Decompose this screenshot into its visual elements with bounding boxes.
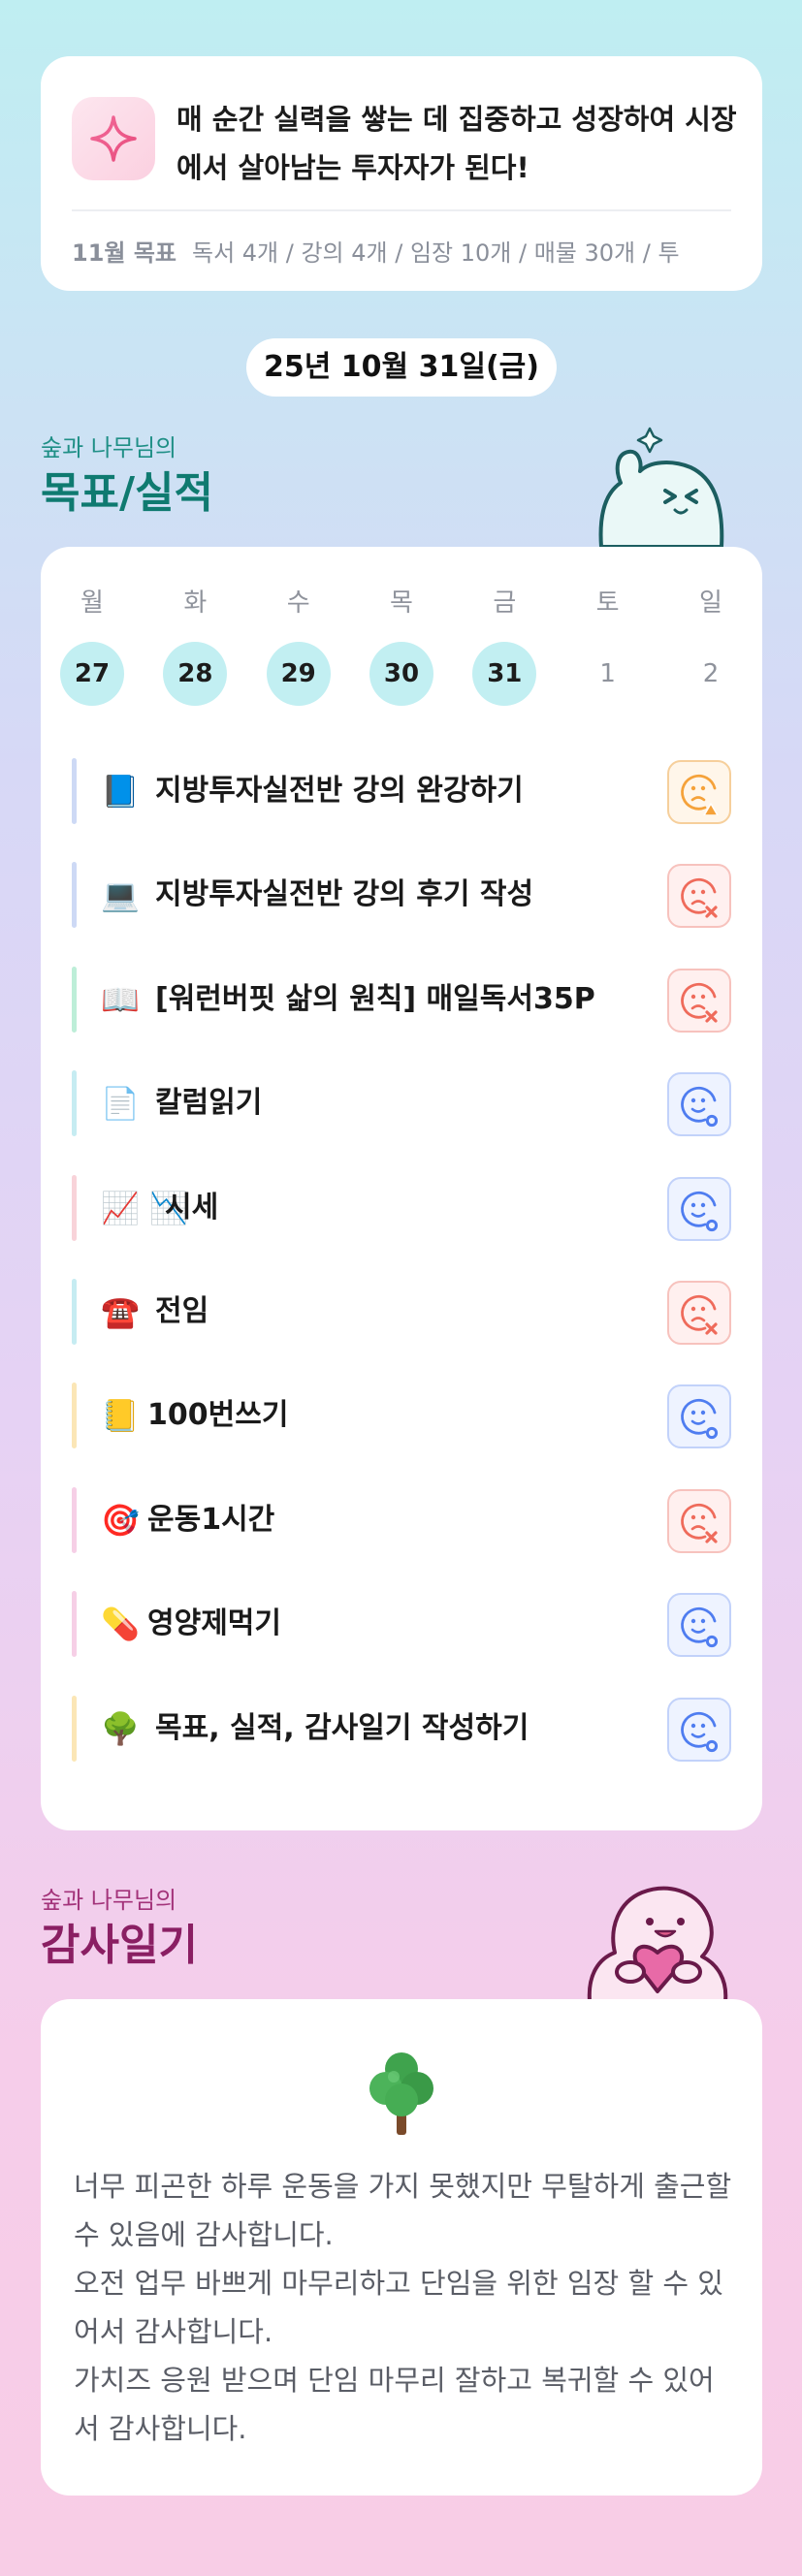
status-ok-icon[interactable] bbox=[667, 1384, 731, 1449]
day-column[interactable]: 토1 bbox=[574, 586, 642, 702]
task-color-bar bbox=[72, 966, 77, 1033]
day-date[interactable]: 28 bbox=[163, 642, 228, 706]
day-date[interactable]: 31 bbox=[472, 642, 537, 706]
task-color-bar bbox=[72, 862, 77, 929]
goal-label: 11월 목표 bbox=[72, 239, 176, 267]
task-label: 영양제먹기 bbox=[147, 1606, 281, 1641]
day-name: 수 bbox=[286, 588, 310, 618]
status-fail-icon[interactable] bbox=[667, 864, 731, 929]
task-emoji-icon: 📘 bbox=[101, 773, 140, 810]
gratitude-line: 오전 업무 바쁘게 마무리하고 단임을 위한 임장 할 수 있어서 감사합니다. bbox=[74, 2267, 723, 2348]
motto-text: 매 순간 실력을 쌓는 데 집중하고 성장하여 시장에서 살아남는 투자자가 된… bbox=[176, 103, 737, 184]
task-color-bar bbox=[72, 1279, 77, 1345]
day-date[interactable]: 2 bbox=[679, 642, 743, 706]
divider bbox=[72, 209, 731, 211]
day-column[interactable]: 금 31 bbox=[470, 586, 538, 706]
status-fail-icon[interactable] bbox=[667, 1281, 731, 1345]
task-emoji-icon: 📒 bbox=[101, 1397, 140, 1435]
day-column[interactable]: 월 27 bbox=[58, 586, 126, 706]
status-fail-icon[interactable] bbox=[667, 1488, 731, 1553]
motto-card: 매 순간 실력을 쌓는 데 집중하고 성장하여 시장에서 살아남는 투자자가 된… bbox=[41, 56, 762, 291]
task-emoji-icon: ☎️ bbox=[101, 1293, 140, 1330]
task-color-bar bbox=[72, 1591, 77, 1658]
task-row[interactable]: 📄 칼럼읽기 bbox=[72, 1070, 731, 1137]
gratitude-line: 너무 피곤한 하루 운동을 가지 못했지만 무탈하게 출근할 수 있음에 감사합… bbox=[74, 2170, 732, 2251]
status-ok-icon[interactable] bbox=[667, 1072, 731, 1137]
task-label: [워런버핏 삶의 원칙] 매일독서35P bbox=[155, 981, 595, 1016]
goals-card: 월 27 화 28 수 29 목 30 금 31 토 1 일 2 📘 지방투자실전반 강의 완강하기 💻 지방투… bbox=[41, 547, 762, 1830]
day-date[interactable]: 29 bbox=[266, 642, 331, 706]
task-row[interactable]: 💊 영양제먹기 bbox=[72, 1591, 731, 1658]
task-emoji-icon: 🌳 bbox=[101, 1709, 140, 1747]
task-color-bar bbox=[72, 1174, 77, 1241]
task-emoji-icon: 💊 bbox=[101, 1606, 140, 1643]
task-label: 지방투자실전반 강의 완강하기 bbox=[155, 774, 524, 808]
goal-text: 독서 4개 / 강의 4개 / 임장 10개 / 매물 30개 / 투 bbox=[192, 239, 680, 267]
day-column[interactable]: 목 30 bbox=[368, 586, 435, 706]
day-name: 토 bbox=[595, 588, 620, 618]
day-name: 월 bbox=[80, 588, 104, 618]
task-row[interactable]: 🎯 운동1시간 bbox=[72, 1486, 731, 1553]
task-color-bar bbox=[72, 758, 77, 824]
task-color-bar bbox=[72, 1486, 77, 1553]
day-column[interactable]: 수 29 bbox=[265, 586, 333, 706]
task-color-bar bbox=[72, 1070, 77, 1137]
gratitude-line: 가치즈 응원 받으며 단임 마무리 잘하고 복귀할 수 있어서 감사합니다. bbox=[74, 2364, 715, 2445]
status-fail-icon[interactable] bbox=[667, 968, 731, 1033]
gratitude-title: 감사일기 bbox=[41, 1921, 198, 1970]
tree-icon bbox=[369, 2052, 433, 2135]
task-label: 전임 bbox=[155, 1294, 209, 1328]
status-warn-icon[interactable] bbox=[667, 760, 731, 824]
task-row[interactable]: 🌳 목표, 실적, 감사일기 작성하기 bbox=[72, 1695, 731, 1762]
day-date[interactable]: 1 bbox=[576, 642, 640, 706]
task-emoji-icon: 📄 bbox=[101, 1085, 140, 1123]
task-label: 100번쓰기 bbox=[147, 1398, 289, 1433]
task-label: 지방투자실전반 강의 후기 작성 bbox=[155, 877, 534, 912]
task-label: 목표, 실적, 감사일기 작성하기 bbox=[155, 1710, 529, 1745]
status-ok-icon[interactable] bbox=[667, 1593, 731, 1658]
date-pill[interactable]: 25년 10월 31일(금) bbox=[246, 338, 557, 397]
day-date[interactable]: 27 bbox=[60, 642, 124, 706]
task-emoji-icon: 💻 bbox=[101, 876, 140, 914]
status-ok-icon[interactable] bbox=[667, 1176, 731, 1241]
task-label: 칼럼읽기 bbox=[155, 1086, 263, 1121]
day-column[interactable]: 화 28 bbox=[161, 586, 229, 706]
task-label: 운동1시간 bbox=[147, 1502, 275, 1537]
monthly-goal: 11월 목표 독서 4개 / 강의 4개 / 임장 10개 / 매물 30개 / … bbox=[72, 229, 743, 277]
day-date[interactable]: 30 bbox=[369, 642, 433, 706]
task-color-bar bbox=[72, 1695, 77, 1762]
task-row[interactable]: 💻 지방투자실전반 강의 후기 작성 bbox=[72, 862, 731, 929]
mascot-heart-icon bbox=[587, 1886, 728, 2001]
mascot-thumbsup-icon bbox=[598, 427, 724, 547]
day-name: 금 bbox=[493, 588, 517, 618]
task-row[interactable]: 📈 📉 시세 bbox=[72, 1174, 731, 1241]
task-label: 시세 bbox=[165, 1190, 219, 1224]
day-name: 목 bbox=[390, 588, 413, 618]
day-column[interactable]: 일2 bbox=[677, 586, 745, 702]
goals-title: 목표/실적 bbox=[41, 468, 213, 518]
day-name: 일 bbox=[699, 588, 722, 618]
task-emoji-icon: 🎯 bbox=[101, 1501, 140, 1539]
task-row[interactable]: 📖 [워런버핏 삶의 원칙] 매일독서35P bbox=[72, 966, 731, 1033]
task-row[interactable]: 📒 100번쓰기 bbox=[72, 1383, 731, 1449]
gratitude-text: 너무 피곤한 하루 운동을 가지 못했지만 무탈하게 출근할 수 있음에 감사합… bbox=[74, 2162, 733, 2453]
week-calendar: 월 27 화 28 수 29 목 30 금 31 토 1 일 2 bbox=[58, 586, 745, 706]
status-ok-icon[interactable] bbox=[667, 1697, 731, 1762]
task-color-bar bbox=[72, 1383, 77, 1449]
sparkle-icon bbox=[72, 97, 155, 180]
task-row[interactable]: ☎️ 전임 bbox=[72, 1279, 731, 1345]
day-name: 화 bbox=[183, 588, 208, 618]
gratitude-card: 너무 피곤한 하루 운동을 가지 못했지만 무탈하게 출근할 수 있음에 감사합… bbox=[41, 1999, 762, 2496]
task-emoji-icon: 📖 bbox=[101, 980, 140, 1018]
task-row[interactable]: 📘 지방투자실전반 강의 완강하기 bbox=[72, 758, 731, 824]
